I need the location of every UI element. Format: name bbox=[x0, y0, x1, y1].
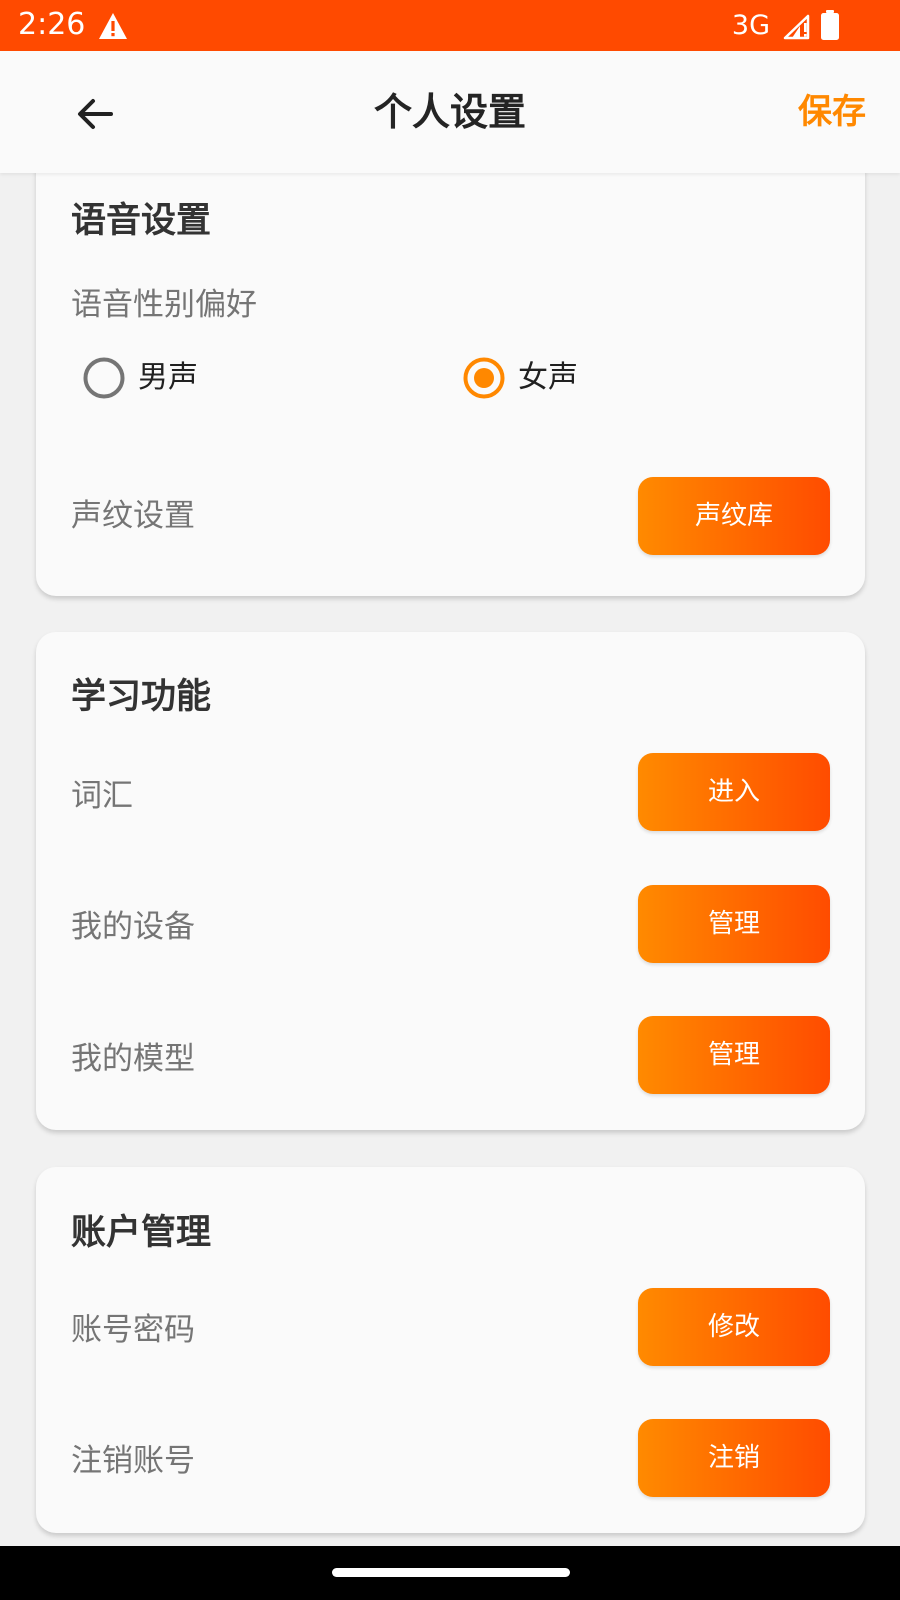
deactivate-account-label: 注销账号 bbox=[71, 1443, 195, 1479]
voice-settings-card: 语音设置 语音性别偏好 男声 女声 声纹设置 声纹库 bbox=[36, 150, 865, 596]
radio-unchecked-icon bbox=[83, 357, 125, 399]
voiceprint-library-button[interactable]: 声纹库 bbox=[638, 477, 830, 555]
my-models-manage-button[interactable]: 管理 bbox=[638, 1016, 830, 1094]
account-management-title: 账户管理 bbox=[71, 1213, 212, 1253]
voice-gender-label: 语音性别偏好 bbox=[71, 287, 257, 323]
signal-icon bbox=[783, 14, 810, 40]
vocabulary-label: 词汇 bbox=[71, 778, 133, 814]
voice-settings-title: 语音设置 bbox=[71, 201, 212, 241]
radio-label-male: 男声 bbox=[138, 360, 198, 395]
navigation-bar bbox=[0, 1546, 900, 1600]
my-models-label: 我的模型 bbox=[71, 1041, 195, 1077]
status-bar: 2:26 3G bbox=[0, 0, 900, 51]
status-time: 2:26 bbox=[18, 7, 86, 42]
app-bar: 个人设置 保存 bbox=[0, 51, 900, 173]
my-devices-manage-button[interactable]: 管理 bbox=[638, 885, 830, 963]
back-button[interactable] bbox=[72, 91, 118, 137]
vocabulary-enter-button[interactable]: 进入 bbox=[638, 753, 830, 831]
radio-label-female: 女声 bbox=[518, 360, 578, 395]
radio-option-female[interactable]: 女声 bbox=[462, 354, 578, 402]
battery-icon bbox=[821, 10, 839, 40]
save-button[interactable]: 保存 bbox=[798, 89, 866, 135]
my-devices-label: 我的设备 bbox=[71, 909, 195, 945]
page-title: 个人设置 bbox=[373, 90, 526, 134]
warning-icon bbox=[99, 13, 127, 39]
account-management-card: 账户管理 账号密码 修改 注销账号 注销 bbox=[36, 1167, 865, 1533]
voiceprint-label: 声纹设置 bbox=[71, 498, 195, 534]
arrow-left-icon bbox=[78, 99, 113, 129]
deactivate-account-button[interactable]: 注销 bbox=[638, 1419, 830, 1497]
learning-features-title: 学习功能 bbox=[71, 677, 212, 717]
account-password-modify-button[interactable]: 修改 bbox=[638, 1288, 830, 1366]
network-type: 3G bbox=[731, 10, 770, 41]
account-password-label: 账号密码 bbox=[71, 1312, 195, 1348]
learning-features-card: 学习功能 词汇 进入 我的设备 管理 我的模型 管理 bbox=[36, 632, 865, 1130]
radio-checked-icon bbox=[463, 357, 505, 399]
home-gesture-handle[interactable] bbox=[332, 1568, 570, 1577]
radio-option-male[interactable]: 男声 bbox=[82, 354, 198, 402]
